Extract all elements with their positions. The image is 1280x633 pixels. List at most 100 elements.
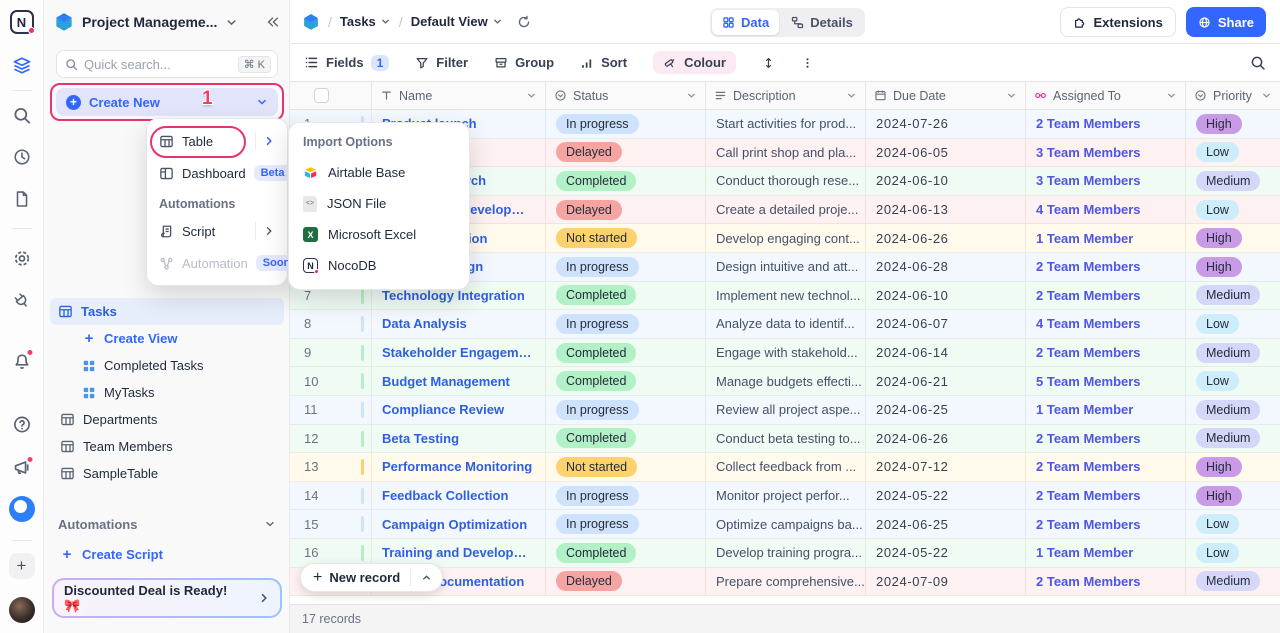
- assigned-to-cell[interactable]: 2 Team Members: [1026, 510, 1186, 538]
- workspace-title[interactable]: Project Manageme...: [82, 14, 217, 30]
- whats-new-icon[interactable]: [9, 496, 35, 522]
- status-cell[interactable]: Completed: [546, 539, 706, 567]
- assigned-to-cell[interactable]: 3 Team Members: [1026, 167, 1186, 195]
- name-cell[interactable]: Compliance Review: [372, 396, 546, 424]
- collapse-sidebar-icon[interactable]: [266, 15, 280, 29]
- status-cell[interactable]: Delayed: [546, 196, 706, 224]
- description-cell[interactable]: Implement new technol...: [706, 282, 866, 310]
- column-header-description[interactable]: Description: [706, 82, 866, 109]
- row-number-cell[interactable]: 11: [290, 396, 372, 424]
- sidebar-item-team-members[interactable]: Team Members: [44, 433, 290, 460]
- assigned-to-cell[interactable]: 2 Team Members: [1026, 253, 1186, 281]
- status-cell[interactable]: In progress: [546, 310, 706, 338]
- chevron-down-icon[interactable]: [846, 90, 857, 101]
- due-date-cell[interactable]: 2024-06-10: [866, 282, 1026, 310]
- column-header-status[interactable]: Status: [546, 82, 706, 109]
- row-height-button[interactable]: [762, 56, 775, 70]
- row-number-cell[interactable]: 12: [290, 425, 372, 453]
- description-cell[interactable]: Call print shop and pla...: [706, 139, 866, 167]
- status-cell[interactable]: In progress: [546, 253, 706, 281]
- row-number-cell[interactable]: 15: [290, 510, 372, 538]
- refresh-icon[interactable]: [517, 15, 531, 29]
- assigned-to-cell[interactable]: 1 Team Member: [1026, 539, 1186, 567]
- column-header-priority[interactable]: Priority: [1186, 82, 1280, 109]
- assigned-to-cell[interactable]: 3 Team Members: [1026, 139, 1186, 167]
- due-date-cell[interactable]: 2024-06-21: [866, 367, 1026, 395]
- assigned-to-cell[interactable]: 2 Team Members: [1026, 110, 1186, 138]
- priority-cell[interactable]: Low: [1186, 367, 1280, 395]
- status-cell[interactable]: Delayed: [546, 568, 706, 596]
- priority-cell[interactable]: Low: [1186, 539, 1280, 567]
- description-cell[interactable]: Engage with stakehold...: [706, 339, 866, 367]
- create-new-button[interactable]: + Create New: [56, 88, 278, 116]
- name-cell[interactable]: Data Analysis: [372, 310, 546, 338]
- new-record-expand[interactable]: [410, 569, 442, 586]
- due-date-cell[interactable]: 2024-06-28: [866, 253, 1026, 281]
- due-date-cell[interactable]: 2024-06-05: [866, 139, 1026, 167]
- menu-item-json-file[interactable]: <> JSON File: [297, 188, 461, 219]
- due-date-cell[interactable]: 2024-06-07: [866, 310, 1026, 338]
- menu-item-airtable-base[interactable]: Airtable Base: [297, 157, 461, 188]
- settings-gear-icon[interactable]: [12, 249, 31, 268]
- assigned-to-cell[interactable]: 2 Team Members: [1026, 568, 1186, 596]
- assigned-to-cell[interactable]: 2 Team Members: [1026, 425, 1186, 453]
- search-input[interactable]: [84, 57, 232, 72]
- priority-cell[interactable]: Medium: [1186, 339, 1280, 367]
- menu-item-microsoft-excel[interactable]: X Microsoft Excel: [297, 219, 461, 250]
- assigned-to-cell[interactable]: 4 Team Members: [1026, 310, 1186, 338]
- due-date-cell[interactable]: 2024-07-09: [866, 568, 1026, 596]
- priority-cell[interactable]: Medium: [1186, 396, 1280, 424]
- name-cell[interactable]: Stakeholder Engagement: [372, 339, 546, 367]
- row-number-cell[interactable]: 14: [290, 482, 372, 510]
- due-date-cell[interactable]: 2024-06-25: [866, 510, 1026, 538]
- menu-item-script[interactable]: Script: [153, 215, 281, 247]
- due-date-cell[interactable]: 2024-05-22: [866, 482, 1026, 510]
- status-cell[interactable]: Completed: [546, 425, 706, 453]
- assigned-to-cell[interactable]: 5 Team Members: [1026, 367, 1186, 395]
- more-options-button[interactable]: [801, 56, 814, 70]
- tab-data[interactable]: Data: [712, 10, 779, 35]
- table-row[interactable]: 15Campaign OptimizationIn progressOptimi…: [290, 510, 1280, 539]
- table-row[interactable]: 13Performance MonitoringNot startedColle…: [290, 453, 1280, 482]
- table-row[interactable]: 9Stakeholder EngagementCompletedEngage w…: [290, 339, 1280, 368]
- name-cell[interactable]: Budget Management: [372, 367, 546, 395]
- sidebar-item-tasks[interactable]: Tasks: [50, 298, 284, 325]
- new-record-button[interactable]: + New record: [300, 563, 443, 592]
- name-cell[interactable]: Beta Testing: [372, 425, 546, 453]
- row-number-cell[interactable]: 8: [290, 310, 372, 338]
- chevron-down-icon[interactable]: [686, 90, 697, 101]
- menu-item-table[interactable]: Table: [153, 125, 281, 157]
- description-cell[interactable]: Review all project aspe...: [706, 396, 866, 424]
- fields-button[interactable]: Fields 1: [304, 55, 389, 71]
- sidebar-item-sampletable[interactable]: SampleTable: [44, 460, 290, 487]
- search-icon[interactable]: [12, 106, 31, 125]
- row-number-cell[interactable]: 9: [290, 339, 372, 367]
- status-cell[interactable]: Completed: [546, 367, 706, 395]
- description-cell[interactable]: Monitor project perfor...: [706, 482, 866, 510]
- column-header-name[interactable]: Name: [372, 82, 546, 109]
- view-item-completed-tasks[interactable]: Completed Tasks: [44, 352, 290, 379]
- create-script-button[interactable]: + Create Script: [44, 541, 290, 567]
- integrations-plug-icon[interactable]: [13, 292, 31, 310]
- description-cell[interactable]: Collect feedback from ...: [706, 453, 866, 481]
- description-cell[interactable]: Create a detailed proje...: [706, 196, 866, 224]
- due-date-cell[interactable]: 2024-05-22: [866, 539, 1026, 567]
- menu-item-dashboard[interactable]: Dashboard Beta: [153, 157, 281, 189]
- table-row[interactable]: 11Compliance ReviewIn progressReview all…: [290, 396, 1280, 425]
- notifications-bell-icon[interactable]: [12, 351, 31, 370]
- description-cell[interactable]: Optimize campaigns ba...: [706, 510, 866, 538]
- due-date-cell[interactable]: 2024-06-26: [866, 425, 1026, 453]
- assigned-to-cell[interactable]: 2 Team Members: [1026, 482, 1186, 510]
- extensions-button[interactable]: Extensions: [1060, 7, 1176, 37]
- row-select-header[interactable]: [290, 82, 372, 109]
- priority-cell[interactable]: Low: [1186, 139, 1280, 167]
- help-icon[interactable]: [12, 415, 31, 434]
- status-cell[interactable]: In progress: [546, 396, 706, 424]
- announcements-megaphone-icon[interactable]: [12, 458, 31, 477]
- chevron-down-icon[interactable]: [225, 16, 238, 29]
- status-cell[interactable]: Delayed: [546, 139, 706, 167]
- column-header-assigned-to[interactable]: Assigned To: [1026, 82, 1186, 109]
- view-item-mytasks[interactable]: MyTasks: [44, 379, 290, 406]
- promo-banner[interactable]: Discounted Deal is Ready! 🎀: [52, 578, 282, 618]
- add-workspace-button[interactable]: +: [9, 553, 35, 579]
